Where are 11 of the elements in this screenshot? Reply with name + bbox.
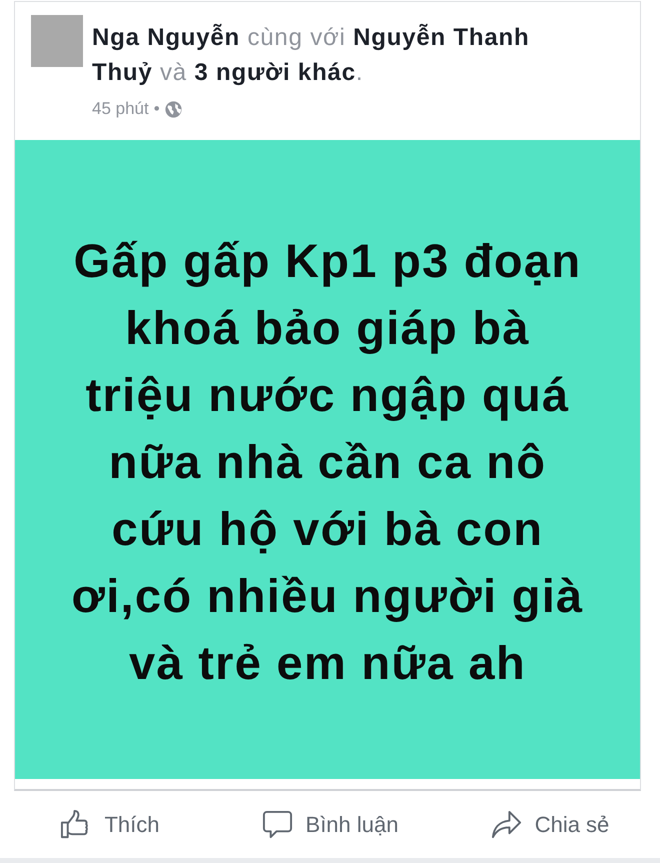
- like-button[interactable]: Thích: [54, 805, 166, 844]
- share-button[interactable]: Chia sẻ: [484, 805, 616, 844]
- post-header-text: Nga Nguyễn cùng với Nguyễn Thanh Thuỷ và 3 người khác.: [92, 22, 530, 88]
- share-arrow-icon: [490, 809, 522, 840]
- post-time[interactable]: 45 phút: [92, 99, 149, 119]
- globe-icon[interactable]: [164, 100, 182, 118]
- speech-bubble-icon: [262, 809, 293, 840]
- comment-button[interactable]: Bình luận: [256, 805, 404, 844]
- status-text: Gấp gấp Kp1 p3 đoạn khoá bảo giáp bà triệu nước ngập quá nữa nhà cần ca nô cứu hộ với bà con ơi,có nhiều người già và trẻ em nữa ah: [71, 233, 584, 691]
- separator-dot: •: [154, 99, 160, 119]
- avatar-placeholder: [31, 15, 83, 67]
